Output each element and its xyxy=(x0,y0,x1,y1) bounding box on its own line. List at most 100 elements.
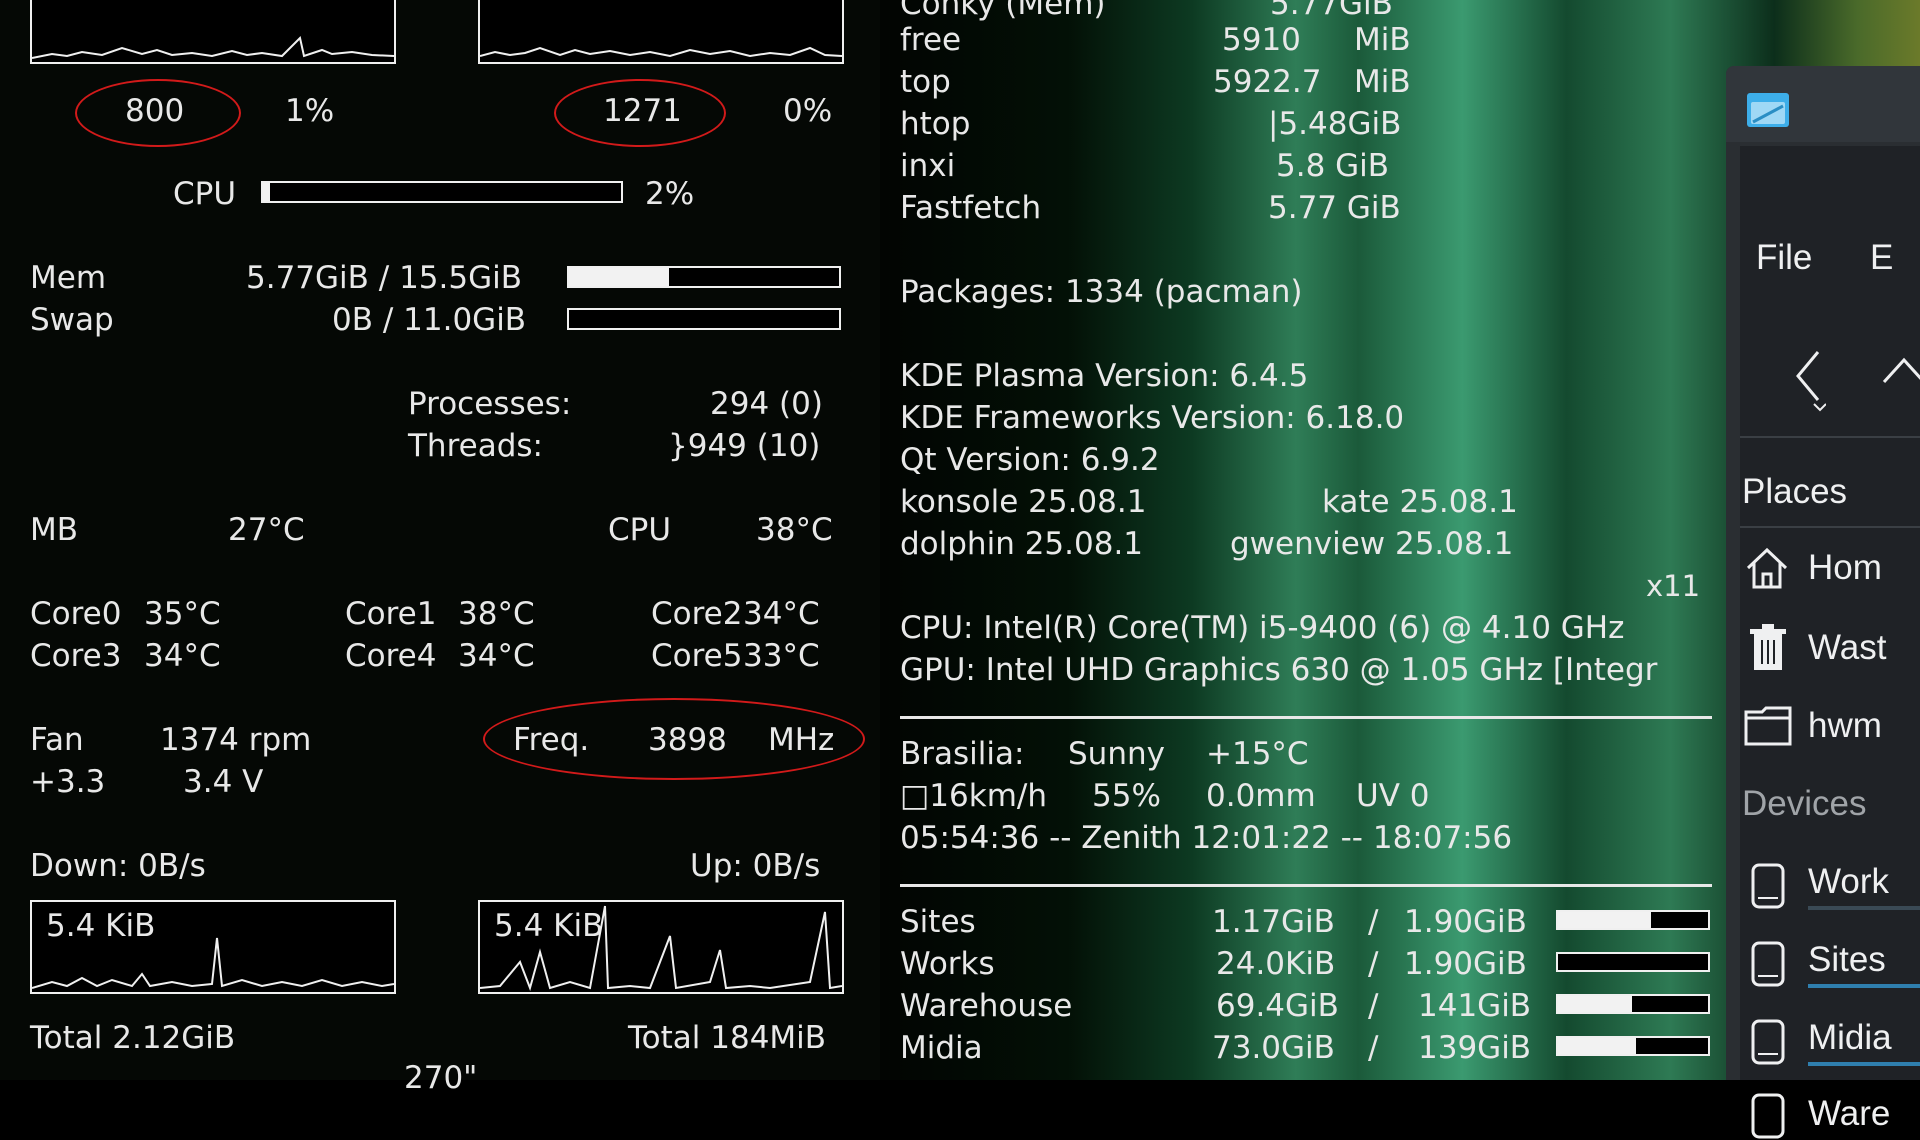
cpu-percent: 2% xyxy=(645,176,695,212)
core-label: Core3 xyxy=(30,638,122,674)
disk-used: 24.0KiB xyxy=(1216,946,1336,982)
trash-icon xyxy=(1750,624,1786,670)
disk-usage-bar xyxy=(1556,994,1710,1014)
freq-value: 3898 xyxy=(648,722,727,758)
dolphin-version: dolphin 25.08.1 xyxy=(900,526,1144,562)
window-titlebar[interactable] xyxy=(1726,66,1920,142)
drive-icon xyxy=(1751,1093,1785,1139)
menu-file[interactable]: File xyxy=(1756,238,1812,278)
mem-label: Mem xyxy=(30,260,107,296)
core-temp: 35°C xyxy=(144,596,221,632)
disk-total: 1.90GiB xyxy=(1404,904,1527,940)
section-divider xyxy=(900,884,1712,887)
mb-temp: 27°C xyxy=(228,512,305,548)
session-type: x11 xyxy=(1646,569,1701,603)
disk-total: 1.90GiB xyxy=(1404,946,1527,982)
places-item-label: hwm xyxy=(1808,706,1882,745)
core-label: Core4 xyxy=(345,638,437,674)
menu-edit[interactable]: E xyxy=(1870,238,1893,278)
swap-value: 0B / 11.0GiB xyxy=(332,302,527,338)
download-total: Total 2.12GiB xyxy=(30,1020,236,1056)
devices-item-label: Midia xyxy=(1808,1018,1892,1057)
graph-left-percent: 1% xyxy=(285,93,335,129)
core-temp: 34°C xyxy=(144,638,221,674)
frameworks-version: KDE Frameworks Version: 6.18.0 xyxy=(900,400,1405,436)
cpu-graph-right xyxy=(478,0,844,64)
disk-used: 69.4GiB xyxy=(1216,988,1339,1024)
disk-separator: / xyxy=(1368,1030,1379,1066)
upload-speed: Up: 0B/s xyxy=(690,848,821,884)
gpu-info: GPU: Intel UHD Graphics 630 @ 1.05 GHz [… xyxy=(900,652,1658,688)
device-usage-bar xyxy=(1808,984,1920,988)
freq-unit: MHz xyxy=(768,722,835,758)
weather-condition: Sunny xyxy=(1068,736,1165,772)
humidity: 55% xyxy=(1092,778,1161,814)
cpu-usage-bar xyxy=(261,181,623,203)
devices-heading: Devices xyxy=(1742,784,1867,823)
disk-separator: / xyxy=(1368,904,1379,940)
processes-label: Processes: xyxy=(408,386,572,422)
disk-usage-bar xyxy=(1556,1036,1710,1056)
download-graph-spikes xyxy=(32,937,394,989)
core-label: Core2 xyxy=(651,596,743,632)
fan-label: Fan xyxy=(30,722,84,758)
cpu-graph-left-spikes xyxy=(32,36,394,59)
mem-tool-value: 5910 xyxy=(1222,22,1301,58)
disk-usage-fill xyxy=(1558,1038,1636,1054)
cpu-label: CPU xyxy=(173,176,237,212)
qt-version: Qt Version: 6.9.2 xyxy=(900,442,1160,478)
disk-total: 141GiB xyxy=(1418,988,1532,1024)
cpu-graph-right-spikes xyxy=(480,46,842,58)
mem-value: 5.77GiB / 15.5GiB xyxy=(246,260,523,296)
devices-item-label: Ware xyxy=(1808,1094,1891,1133)
section-divider xyxy=(900,716,1712,719)
folder-icon xyxy=(1744,706,1792,746)
partial-bottom-text: 270" xyxy=(404,1060,478,1096)
back-icon[interactable] xyxy=(1790,346,1826,414)
devices-item-label: Sites xyxy=(1808,940,1886,979)
mem-usage-fill xyxy=(569,268,669,286)
up-icon[interactable] xyxy=(1880,352,1920,392)
toolbar-divider xyxy=(1740,436,1920,438)
plasma-version: KDE Plasma Version: 6.4.5 xyxy=(900,358,1309,394)
disk-used: 73.0GiB xyxy=(1212,1030,1335,1066)
disk-usage-bar xyxy=(1556,910,1710,930)
packages-info: Packages: 1334 (pacman) xyxy=(900,274,1303,310)
sun-times: 05:54:36 -- Zenith 12:01:22 -- 18:07:56 xyxy=(900,820,1513,856)
dolphin-window[interactable]: File E Places Hom Wast hwm Devices Work … xyxy=(1726,66,1920,1139)
konsole-version: konsole 25.08.1 xyxy=(900,484,1147,520)
weather-temp: +15°C xyxy=(1206,736,1309,772)
home-icon xyxy=(1746,547,1788,589)
core-temp: 34°C xyxy=(743,596,820,632)
upload-graph-spikes xyxy=(480,905,842,992)
disk-total: 139GiB xyxy=(1418,1030,1532,1066)
device-usage-bar xyxy=(1808,906,1920,910)
mb-label: MB xyxy=(30,512,79,548)
disk-usage-bar xyxy=(1556,952,1710,972)
disk-separator: / xyxy=(1368,988,1379,1024)
mem-tool-value: 5.77 GiB xyxy=(1268,190,1401,226)
upload-graph: 5.4 KiB xyxy=(478,900,844,994)
cpu-info: CPU: Intel(R) Core(TM) i5-9400 (6) @ 4.1… xyxy=(900,610,1625,646)
threads-label: Threads: xyxy=(408,428,543,464)
graph-right-value: 1271 xyxy=(603,93,682,129)
cpu-temp-label: CPU xyxy=(608,512,672,548)
mem-tool-unit: MiB xyxy=(1354,22,1411,58)
core-temp: 33°C xyxy=(743,638,820,674)
disk-name: Midia xyxy=(900,1030,983,1066)
freq-label: Freq. xyxy=(513,722,590,758)
drive-icon xyxy=(1751,863,1785,909)
core-label: Core5 xyxy=(651,638,743,674)
wind-speed: □16km/h xyxy=(900,778,1047,814)
kate-version: kate 25.08.1 xyxy=(1322,484,1518,520)
places-divider xyxy=(1740,526,1920,528)
cpu-usage-fill xyxy=(263,183,271,201)
mem-usage-bar xyxy=(567,266,841,288)
places-item-label: Wast xyxy=(1808,628,1887,667)
mem-tool-label: top xyxy=(900,64,951,100)
voltage-label: +3.3 xyxy=(30,764,106,800)
mem-tool-label: htop xyxy=(900,106,971,142)
graph-right-percent: 0% xyxy=(783,93,833,129)
core-label: Core0 xyxy=(30,596,122,632)
disk-separator: / xyxy=(1368,946,1379,982)
